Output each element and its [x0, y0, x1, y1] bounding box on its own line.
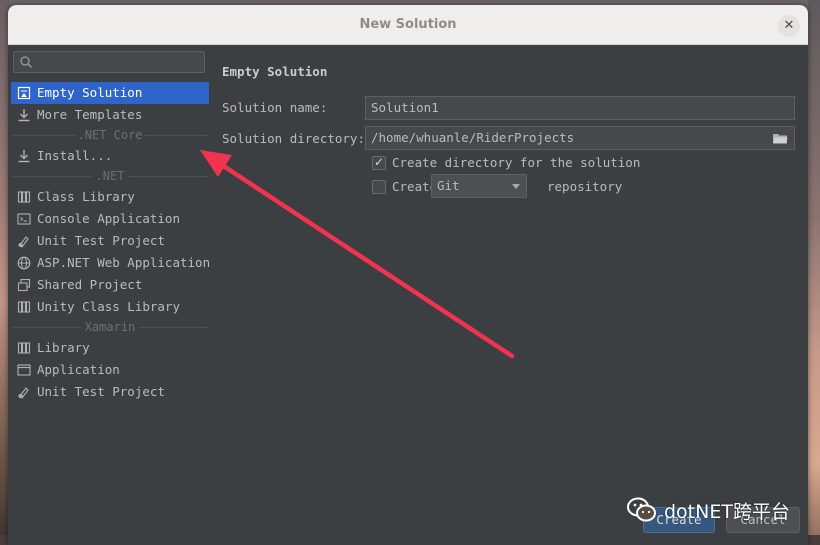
sidebar-item-label: Console Application [37, 211, 180, 226]
download-icon [18, 109, 30, 122]
library-icon [17, 191, 31, 203]
panel-title: Empty Solution [222, 64, 328, 79]
sidebar-item-console-application[interactable]: Console Application [11, 208, 209, 230]
sidebar-item-install[interactable]: Install... [11, 145, 209, 167]
create-directory-checkbox[interactable]: ✓ [372, 155, 386, 170]
sidebar-item-unit-test-project[interactable]: Unit Test Project [11, 230, 209, 252]
wechat-icon [627, 497, 656, 522]
create-directory-label: Create directory for the solution [392, 155, 641, 170]
window-icon [17, 364, 31, 376]
repository-label: repository [547, 179, 623, 194]
sidebar-item-more-templates[interactable]: More Templates [11, 104, 209, 126]
sidebar-item-xamarin-library[interactable]: Library [11, 337, 209, 359]
sidebar-item-label: Unit Test Project [37, 384, 165, 399]
sidebar-item-class-library[interactable]: Class Library [11, 186, 209, 208]
sidebar-item-label: Install... [37, 148, 113, 163]
unit-test-icon [18, 387, 29, 399]
repository-type-value: Git [437, 178, 460, 193]
watermark-text: dotNET跨平台 [664, 500, 790, 523]
chevron-down-icon [512, 184, 520, 189]
folder-icon[interactable] [772, 131, 788, 145]
solution-name-label: Solution name: [222, 100, 328, 115]
console-icon [17, 213, 31, 225]
sidebar-item-label: Unit Test Project [37, 233, 165, 248]
sidebar-item-xamarin-unit-test-project[interactable]: Unit Test Project [11, 381, 209, 403]
sidebar-item-unity-class-library[interactable]: Unity Class Library [11, 296, 209, 318]
sidebar-item-label: ASP.NET Web Application [37, 255, 211, 270]
template-search-input[interactable] [13, 51, 205, 73]
sidebar-item-label: Shared Project [37, 277, 143, 292]
section-net: .NET [11, 168, 209, 184]
sidebar-item-label: Application [37, 362, 120, 377]
unit-test-icon [18, 236, 29, 248]
section-netcore: .NET Core [11, 127, 209, 143]
solution-directory-value: /home/whuanle/RiderProjects [371, 130, 575, 145]
empty-solution-icon [17, 86, 31, 100]
search-icon [20, 56, 32, 68]
checkmark-icon: ✓ [374, 155, 385, 169]
desktop-background-right [808, 0, 820, 545]
template-sidebar: Empty Solution More Templates .NET Core … [8, 45, 212, 545]
sidebar-item-aspnet-web-application[interactable]: ASP.NET Web Application [11, 252, 211, 274]
globe-icon [17, 256, 31, 270]
sidebar-item-label: Library [37, 340, 90, 355]
new-solution-dialog: New Solution ✕ Empty Solution More Templ… [8, 5, 808, 545]
title-bar: New Solution ✕ [8, 5, 808, 45]
sidebar-item-empty-solution[interactable]: Empty Solution [11, 82, 209, 104]
close-icon: ✕ [783, 18, 795, 33]
sidebar-item-shared-project[interactable]: Shared Project [11, 274, 209, 296]
sidebar-item-xamarin-application[interactable]: Application [11, 359, 209, 381]
download-icon [18, 150, 30, 163]
solution-directory-label: Solution directory: [222, 131, 365, 146]
sidebar-item-label: More Templates [37, 107, 143, 122]
settings-panel: Empty Solution Solution name: Solution1 … [212, 45, 808, 545]
shared-project-icon [17, 278, 31, 292]
solution-directory-input[interactable]: /home/whuanle/RiderProjects [365, 126, 795, 150]
sidebar-item-label: Empty Solution [37, 85, 143, 100]
watermark: dotNET跨平台 [626, 493, 790, 527]
sidebar-item-label: Class Library [37, 189, 135, 204]
sidebar-item-label: Unity Class Library [37, 299, 180, 314]
create-repository-checkbox[interactable] [372, 180, 386, 194]
dialog-title: New Solution [359, 17, 457, 32]
repository-type-select[interactable]: Git [431, 174, 527, 198]
solution-name-value: Solution1 [371, 100, 439, 115]
close-button[interactable]: ✕ [778, 15, 800, 37]
library-icon [17, 301, 31, 313]
library-icon [17, 342, 31, 354]
solution-name-input[interactable]: Solution1 [365, 96, 795, 120]
section-xamarin: Xamarin [11, 319, 209, 335]
